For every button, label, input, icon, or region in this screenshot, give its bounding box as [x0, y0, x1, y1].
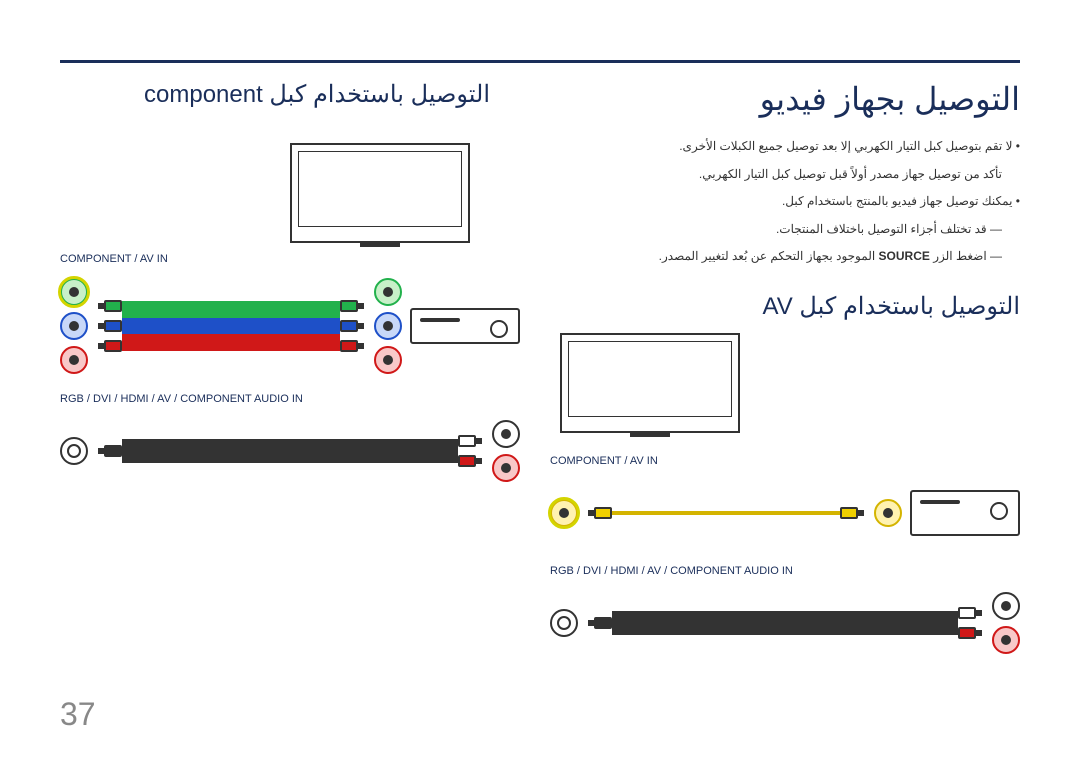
top-rule: [60, 60, 1020, 63]
left-column: التوصيل باستخدام كبل component COMPONENT…: [60, 80, 540, 663]
component-audio-row: [60, 411, 520, 491]
av-subtitle: التوصيل باستخدام كبل AV: [550, 292, 1020, 321]
jack-audio-white-r: [992, 592, 1020, 620]
jack-audio-left: [60, 437, 88, 465]
jack-cvbs-yellow: [550, 499, 578, 527]
right-column: التوصيل بجهاز فيديو • لا تقم بتوصيل كبل …: [540, 80, 1020, 663]
source-device-component: [410, 308, 520, 344]
bullet-2-text: يمكنك توصيل جهاز فيديو بالمنتج باستخدام …: [782, 194, 1013, 208]
jack-y-green: [60, 278, 88, 306]
content-area: التوصيل باستخدام كبل component COMPONENT…: [60, 80, 1020, 663]
jack-dest-red: [374, 346, 402, 374]
dash-1-text: قد تختلف أجزاء التوصيل باختلاف المنتجات.: [776, 222, 987, 236]
screen-diagram-left: [60, 143, 520, 253]
jack-audio-red-r: [992, 626, 1020, 654]
jack-pr-red: [60, 346, 88, 374]
source-label: SOURCE: [879, 249, 930, 263]
source-device-av: [910, 490, 1020, 536]
bullet-1: • لا تقم بتوصيل كبل التيار الكهربي إلا ب…: [550, 136, 1020, 158]
jack-dest-yellow: [874, 499, 902, 527]
av-video-row: [550, 473, 1020, 553]
label-audio-in-left: RGB / DVI / HDMI / AV / COMPONENT AUDIO …: [60, 393, 520, 405]
page-number: 37: [60, 696, 96, 733]
av-audio-row: [550, 583, 1020, 663]
jack-audio-in: [550, 609, 578, 637]
dash-2: ― اضغط الزر SOURCE الموجود بجهاز التحكم …: [550, 246, 1020, 268]
dash-2-pre: اضغط الزر: [930, 249, 987, 263]
dash-2-post: الموجود بجهاز التحكم عن بُعد لتغيير المص…: [659, 249, 879, 263]
jack-pb-blue: [60, 312, 88, 340]
jack-dest-blue: [374, 312, 402, 340]
bullet-1b: تأكد من توصيل جهاز مصدر أولاً قبل توصيل …: [550, 164, 1020, 186]
component-subtitle: التوصيل باستخدام كبل component: [60, 80, 520, 109]
bullet-2: • يمكنك توصيل جهاز فيديو بالمنتج باستخدا…: [550, 191, 1020, 213]
jack-dest-green: [374, 278, 402, 306]
component-video-row: [60, 271, 520, 381]
label-component-avin-right: COMPONENT / AV IN: [550, 455, 1020, 467]
jack-audio-red: [492, 454, 520, 482]
bullet-1-text: لا تقم بتوصيل كبل التيار الكهربي إلا بعد…: [679, 139, 1012, 153]
main-title: التوصيل بجهاز فيديو: [550, 80, 1020, 118]
screen-diagram-right: [550, 333, 1020, 443]
label-component-avin-left: COMPONENT / AV IN: [60, 253, 520, 265]
label-audio-in-right: RGB / DVI / HDMI / AV / COMPONENT AUDIO …: [550, 565, 1020, 577]
dash-1: ― قد تختلف أجزاء التوصيل باختلاف المنتجا…: [550, 219, 1020, 241]
jack-audio-white: [492, 420, 520, 448]
